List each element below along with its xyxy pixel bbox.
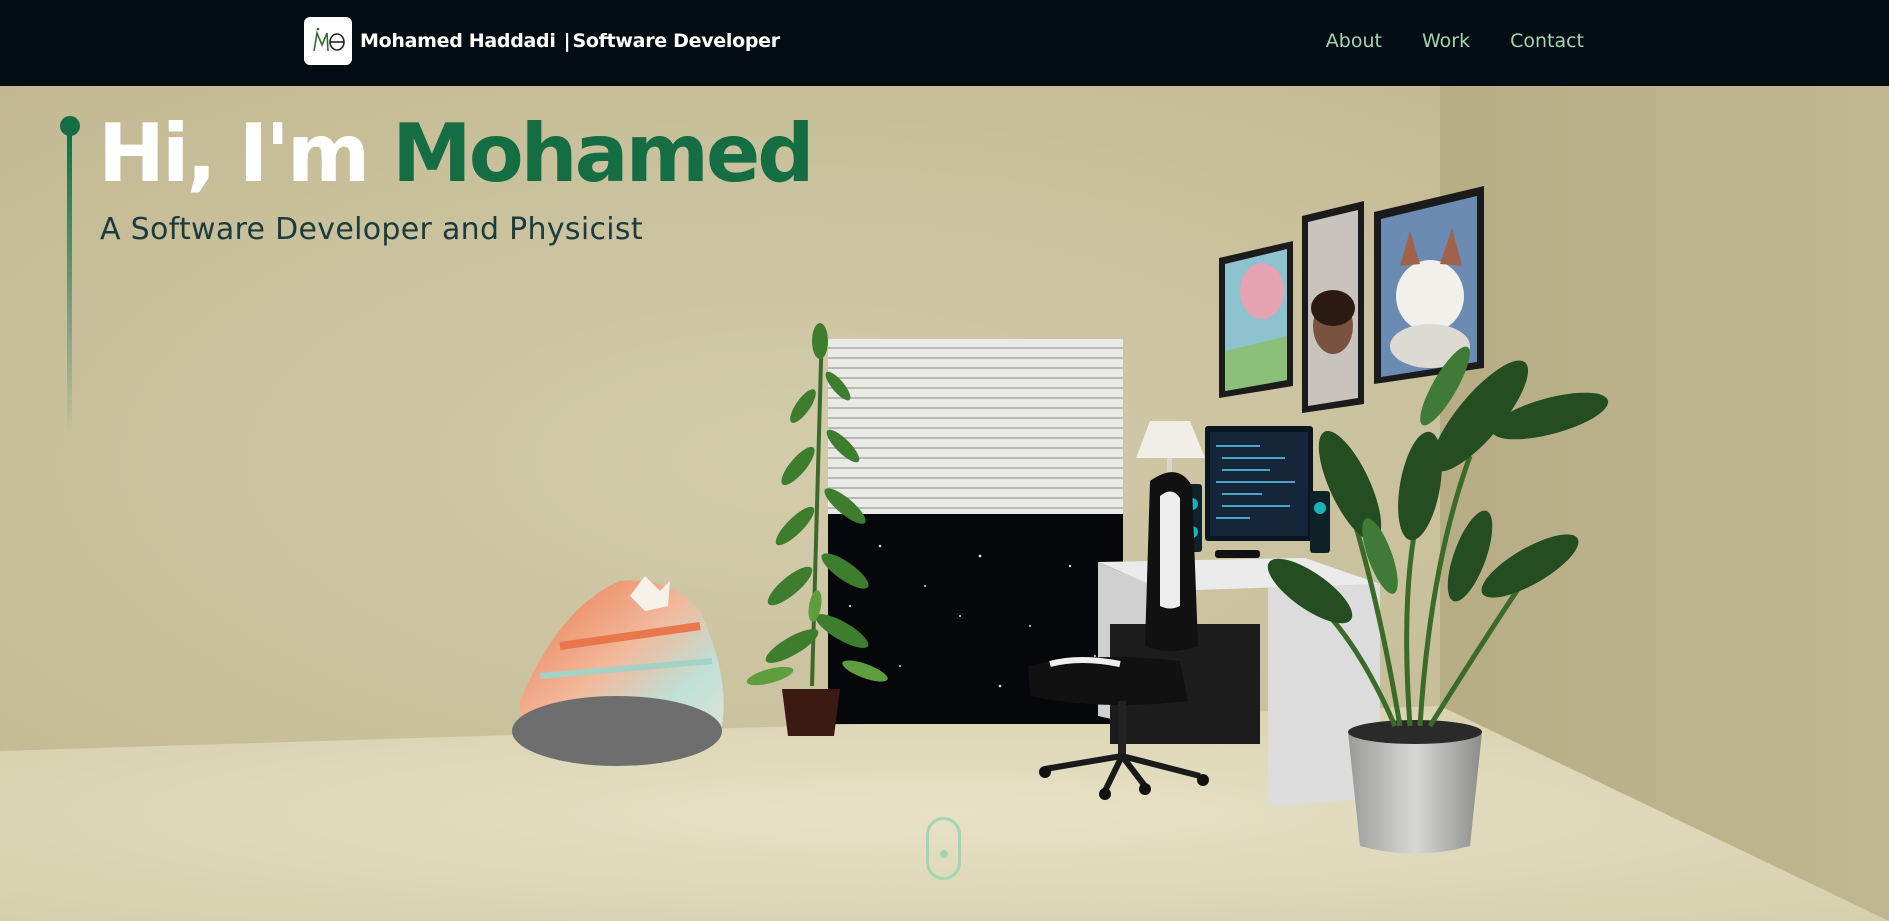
hero-subtitle: A Software Developer and Physicist <box>100 212 643 247</box>
hero-title: Hi, I'm Mohamed <box>98 107 814 200</box>
mouse-scroll-icon <box>940 850 948 858</box>
hero-section: Hi, I'm Mohamed A Software Developer and… <box>0 86 1889 921</box>
hero-greeting: Hi, I'm <box>98 107 370 200</box>
nav-link-contact[interactable]: Contact <box>1510 30 1584 52</box>
mh-logo-icon <box>304 17 352 65</box>
nav-link-about[interactable]: About <box>1326 30 1382 52</box>
accent-line <box>60 116 80 456</box>
brand-home-link[interactable]: Mohamed Haddadi | Software Developer <box>304 17 780 65</box>
brand-separator: | <box>563 30 571 52</box>
brand-role: Software Developer <box>572 30 781 52</box>
hero-name: Mohamed <box>392 107 814 200</box>
accent-bar <box>67 134 72 434</box>
window-blinds <box>828 339 1123 514</box>
navbar: Mohamed Haddadi | Software Developer Abo… <box>0 0 1889 86</box>
brand-name: Mohamed Haddadi <box>360 30 556 52</box>
accent-dot <box>60 116 80 136</box>
scroll-down-button[interactable] <box>926 817 961 880</box>
nav-link-work[interactable]: Work <box>1422 30 1470 52</box>
nav-links: About Work Contact <box>1326 30 1584 52</box>
